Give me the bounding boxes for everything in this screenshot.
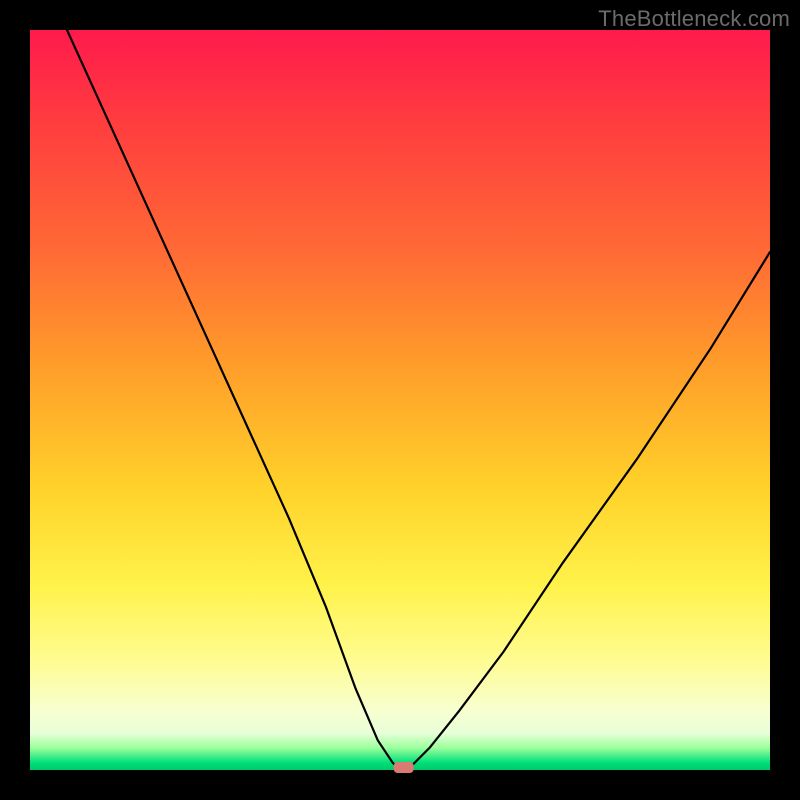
curve-layer <box>30 30 770 770</box>
minimum-marker <box>394 762 414 773</box>
watermark-text: TheBottleneck.com <box>598 6 790 32</box>
bottleneck-curve-line <box>67 30 770 770</box>
bottleneck-chart: TheBottleneck.com <box>0 0 800 800</box>
